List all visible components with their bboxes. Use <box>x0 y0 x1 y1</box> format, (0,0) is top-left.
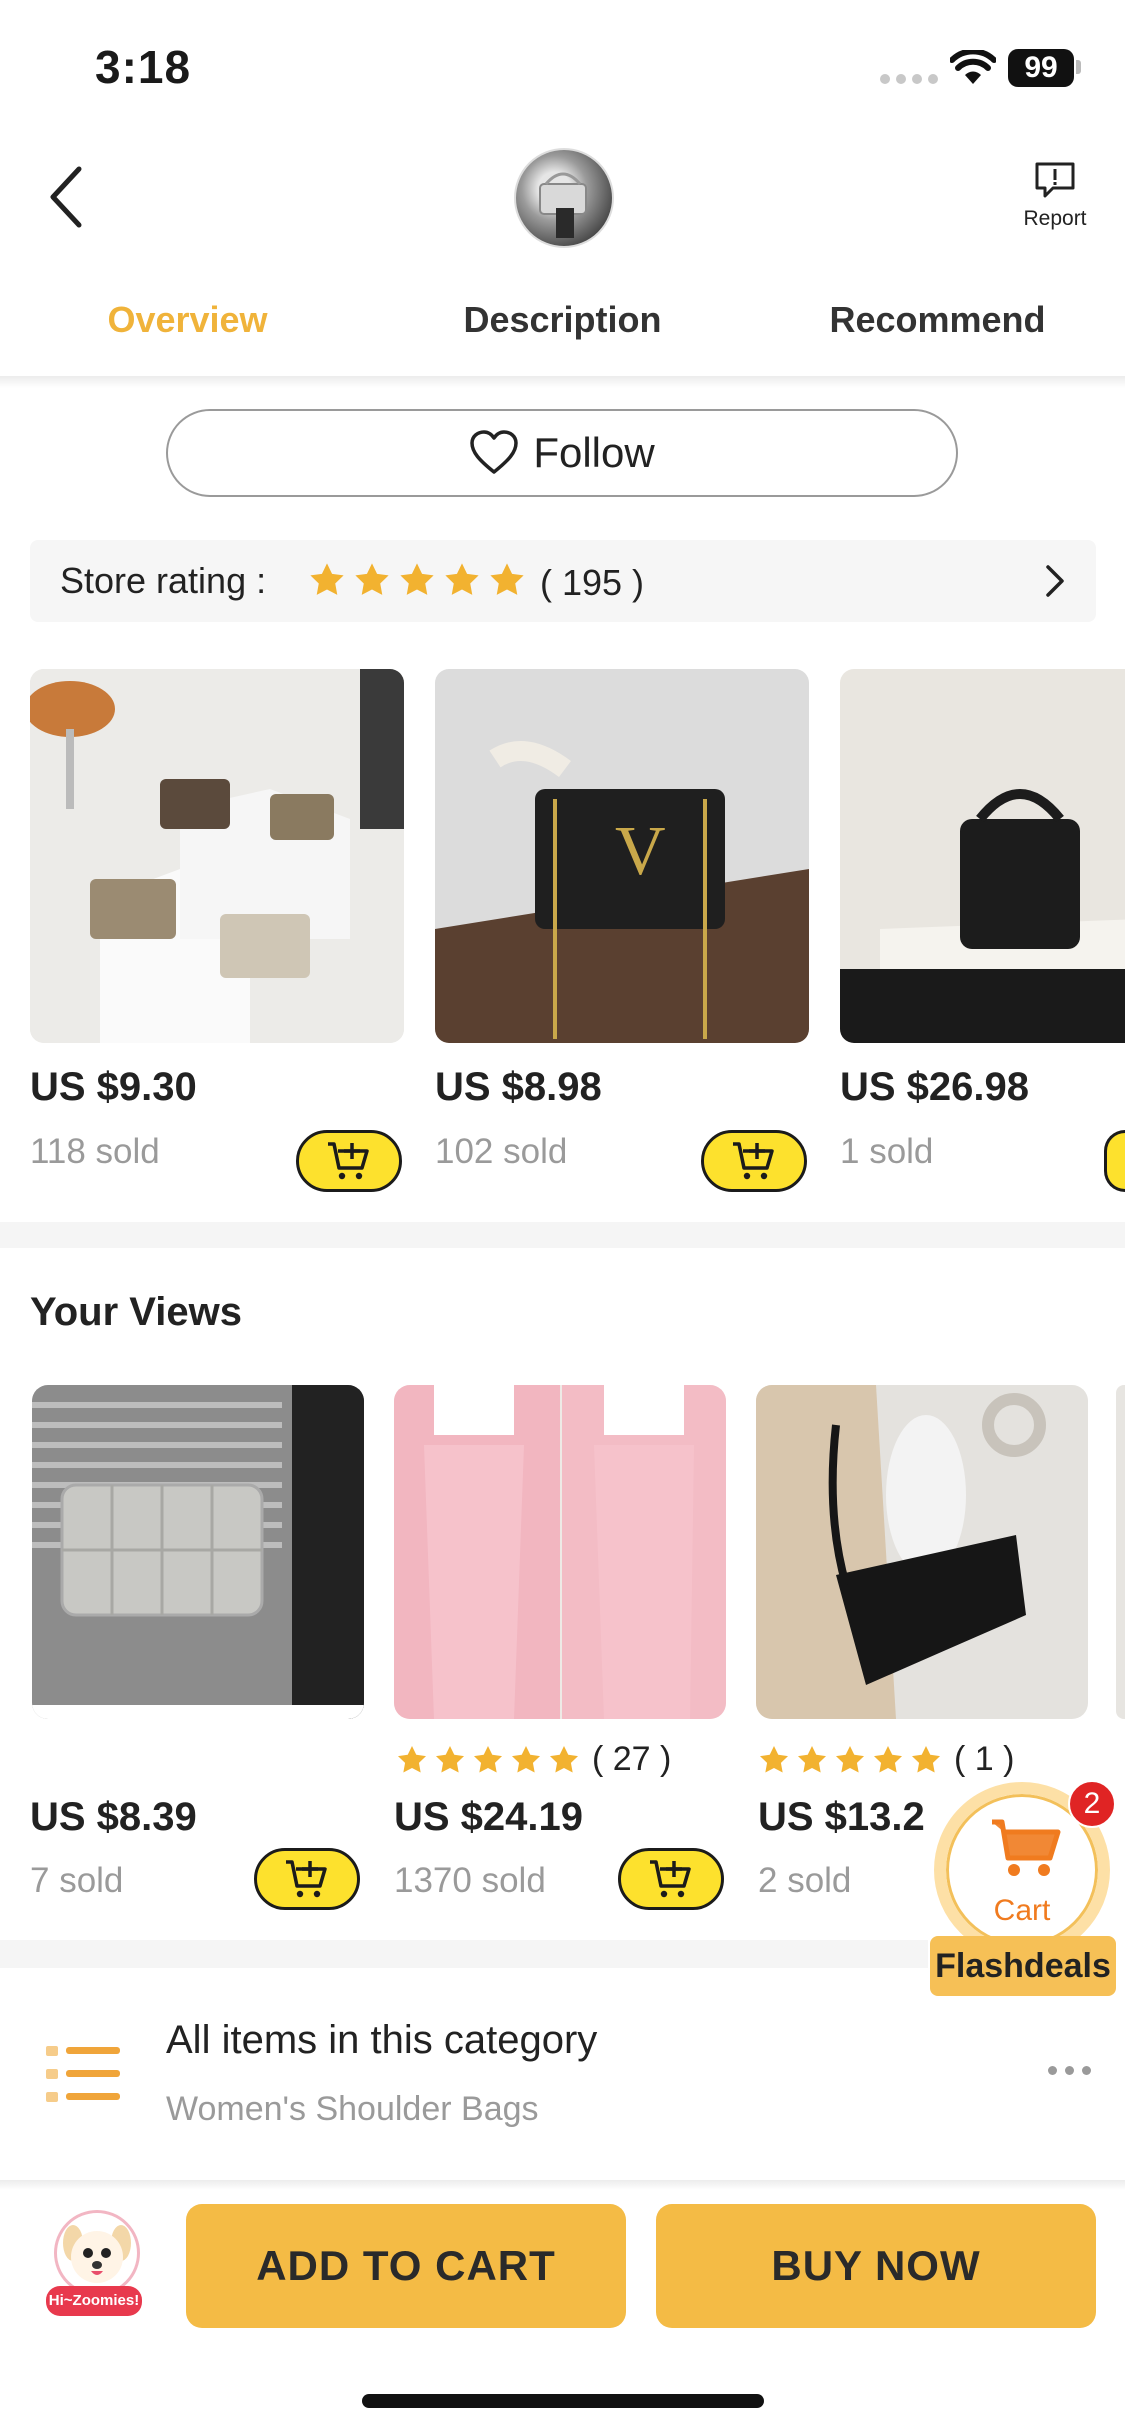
product-rating: ( 1 ) <box>758 1740 1014 1779</box>
viewed-product-price: US $8.39 <box>30 1795 197 1839</box>
add-to-cart-primary-button[interactable]: ADD TO CART <box>186 2204 626 2328</box>
product-photo-handbags <box>30 669 404 1043</box>
home-indicator <box>362 2394 764 2408</box>
follow-button[interactable]: Follow <box>166 409 958 497</box>
battery-indicator: 99 <box>1008 49 1074 87</box>
list-icon <box>46 2046 120 2102</box>
report-icon <box>1035 162 1075 198</box>
section-divider <box>0 1222 1125 1248</box>
star-icon <box>398 1745 426 1773</box>
add-to-cart-button[interactable] <box>618 1848 724 1910</box>
cart-count-badge: 2 <box>1068 1780 1116 1828</box>
report-button[interactable]: Report <box>1010 160 1100 231</box>
star-icon <box>436 1745 464 1773</box>
floating-cart-label: Cart <box>993 1894 1051 1927</box>
star-icon <box>355 563 389 595</box>
category-title[interactable]: All items in this category <box>166 2018 597 2063</box>
add-to-cart-button[interactable] <box>1104 1130 1125 1192</box>
avatar-bag-icon <box>539 172 587 238</box>
category-subtitle: Women's Shoulder Bags <box>166 2090 539 2128</box>
store-rating-bar[interactable]: Store rating : ( 195 ) <box>30 540 1096 622</box>
product-sold: 118 sold <box>30 1132 160 1171</box>
product-photo-pink-pants <box>394 1385 726 1719</box>
cart-icon <box>992 1819 1061 1876</box>
add-to-cart-button[interactable] <box>296 1130 402 1192</box>
star-icon <box>490 563 524 595</box>
follow-label: Follow <box>533 429 655 476</box>
rating-count: ( 1 ) <box>954 1740 1015 1778</box>
star-icon <box>310 563 344 595</box>
star-icon <box>512 1745 540 1773</box>
viewed-product-image-peek <box>1116 1385 1125 1719</box>
product-sold: 102 sold <box>435 1132 568 1171</box>
your-views-title: Your Views <box>30 1290 242 1334</box>
viewed-product-sold: 2 sold <box>758 1861 852 1900</box>
svg-text:V: V <box>615 813 666 890</box>
flashdeals-button[interactable]: Flashdeals <box>930 1936 1116 1996</box>
star-icon <box>550 1745 578 1773</box>
header-divider <box>0 376 1125 388</box>
wifi-icon <box>950 50 996 84</box>
product-photo-black-bag: V <box>435 669 809 1043</box>
store-avatar[interactable] <box>514 148 614 248</box>
tab-recommend[interactable]: Recommend <box>750 290 1125 380</box>
mascot-face-icon <box>54 2210 140 2296</box>
star-icon <box>836 1745 864 1773</box>
product-image[interactable]: V <box>435 669 809 1043</box>
cart-add-icon <box>733 1142 774 1180</box>
tab-overview[interactable]: Overview <box>0 290 375 380</box>
store-rating-stars <box>308 561 526 599</box>
product-image[interactable] <box>840 669 1125 1043</box>
product-photo-silver-bag <box>32 1385 364 1719</box>
cart-add-icon <box>328 1142 369 1180</box>
product-photo-black-shoulder-bag <box>756 1385 1088 1719</box>
battery-nub <box>1076 60 1081 74</box>
star-icon <box>474 1745 502 1773</box>
star-icon <box>874 1745 902 1773</box>
store-rating-count: ( 195 ) <box>540 562 645 603</box>
cart-add-icon <box>286 1860 327 1898</box>
heart-icon <box>470 430 519 474</box>
product-sold: 1 sold <box>840 1132 934 1171</box>
buy-now-button[interactable]: BUY NOW <box>656 2204 1096 2328</box>
product-image[interactable] <box>30 669 404 1043</box>
add-to-cart-button[interactable] <box>701 1130 807 1192</box>
tab-description[interactable]: Description <box>375 290 750 380</box>
star-icon <box>912 1745 940 1773</box>
cart-add-icon <box>650 1860 691 1898</box>
add-to-cart-button[interactable] <box>254 1848 360 1910</box>
tab-bar: Overview Description Recommend <box>0 290 1125 380</box>
report-label: Report <box>1023 207 1087 230</box>
store-rating-label: Store rating : <box>60 560 267 601</box>
mascot-assistant[interactable]: Hi~Zoomies! <box>46 2210 142 2320</box>
bottom-bar-divider <box>0 2180 1125 2190</box>
viewed-product-sold: 1370 sold <box>394 1861 546 1900</box>
viewed-product-image[interactable] <box>756 1385 1088 1719</box>
section-divider <box>0 1940 928 1968</box>
product-rating: ( 27 ) <box>396 1740 671 1779</box>
more-icon[interactable] <box>1048 2066 1091 2075</box>
product-price: US $8.98 <box>435 1065 602 1109</box>
star-icon <box>445 563 479 595</box>
back-icon[interactable] <box>45 165 85 230</box>
chevron-right-icon <box>1046 565 1064 597</box>
star-icon <box>798 1745 826 1773</box>
product-photo-quilted-bag <box>840 669 1125 1043</box>
product-price: US $26.98 <box>840 1065 1030 1109</box>
product-price: US $9.30 <box>30 1065 197 1109</box>
star-icon <box>400 563 434 595</box>
viewed-product-image[interactable] <box>394 1385 726 1719</box>
signal-icon <box>880 74 938 84</box>
viewed-product-image[interactable] <box>32 1385 364 1719</box>
viewed-product-sold: 7 sold <box>30 1861 124 1900</box>
viewed-product-price: US $13.2 <box>758 1795 925 1839</box>
status-time: 3:18 <box>95 41 192 93</box>
viewed-product-price: US $24.19 <box>394 1795 584 1839</box>
rating-count: ( 27 ) <box>592 1740 672 1778</box>
star-icon <box>760 1745 788 1773</box>
mascot-tag: Hi~Zoomies! <box>46 2286 142 2316</box>
